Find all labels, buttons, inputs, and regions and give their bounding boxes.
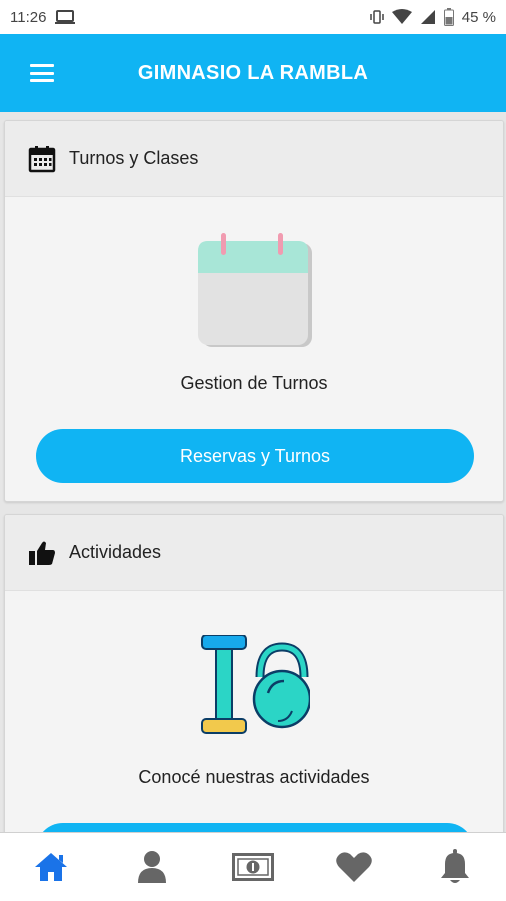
card-title: Turnos y Clases [69,148,199,168]
card-turnos: Turnos y Clases Gestion de Turnos Reserv… [4,120,504,502]
signal-icon [420,9,436,25]
card-title: Actividades [69,542,162,562]
heart-icon [336,852,372,882]
card-caption: Conocé nuestras actividades [138,767,370,787]
bell-icon [441,849,470,883]
nav-favorites[interactable] [324,837,384,897]
vibrate-icon [370,9,384,25]
bottom-nav [0,832,506,901]
status-bar: 11:26 45 % [0,0,506,34]
status-time: 11:26 [10,8,47,26]
app-title: GIMNASIO LA RAMBLA [137,61,369,84]
calendar-illustration [194,233,314,354]
calendar-icon [27,144,57,174]
money-icon [231,853,274,881]
laptop-icon [54,9,76,25]
app-bar: GIMNASIO LA RAMBLA [0,34,506,112]
card-caption: Gestion de Turnos [180,373,328,393]
reservas-turnos-button[interactable]: Reservas y Turnos [36,429,474,483]
thumbs-up-icon [27,538,57,568]
nav-payments[interactable] [223,837,283,897]
user-icon [137,851,166,883]
card-actividades: Actividades Conocé nuestras actividades [4,514,504,846]
battery-percent: 45 % [461,8,496,26]
card-header: Turnos y Clases [5,121,503,197]
nav-home[interactable] [21,837,81,897]
wifi-icon [391,9,412,25]
battery-icon [443,8,454,26]
card-header: Actividades [5,515,503,591]
dumbbell-kettlebell-illustration [198,634,312,744]
nav-profile[interactable] [122,837,182,897]
nav-notifications[interactable] [425,837,485,897]
home-icon [34,853,67,881]
